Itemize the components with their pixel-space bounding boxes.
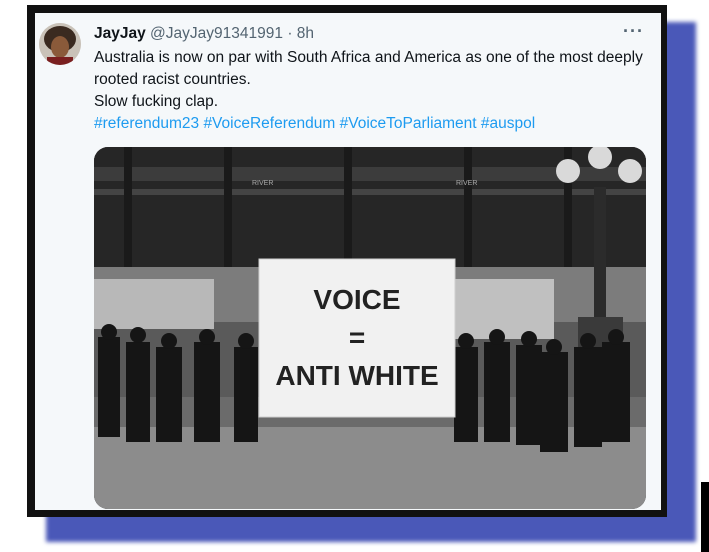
hashtag-link[interactable]: #VoiceToParliament [340, 115, 477, 132]
display-name[interactable]: JayJay [94, 25, 146, 42]
more-options-icon[interactable]: ··· [623, 21, 644, 42]
banner-line: = [349, 322, 365, 353]
banner-line: VOICE [313, 284, 400, 315]
tweet-text: Australia is now on par with South Afric… [94, 47, 654, 135]
hashtag-link[interactable]: #auspol [481, 115, 535, 132]
separator-dot: · [287, 25, 293, 42]
station-sign: RIVER [252, 180, 273, 187]
decorative-edge [701, 482, 709, 552]
tweet-photo[interactable]: RIVER RIVER VOICE = ANTI WHITE [94, 147, 646, 509]
tweet-text-line: Australia is now on par with South Afric… [94, 49, 643, 88]
photo-scene: RIVER RIVER VOICE = ANTI WHITE [94, 147, 646, 509]
banner-line: ANTI WHITE [275, 360, 438, 391]
station-sign: RIVER [456, 180, 477, 187]
tweet-text-line: Slow fucking clap. [94, 93, 219, 110]
avatar[interactable] [39, 23, 81, 65]
tweet-card: JayJay @JayJay91341991 · 8h ··· Australi… [35, 13, 661, 510]
hashtag-list: #referendum23 #VoiceReferendum #VoiceToP… [94, 113, 654, 135]
user-handle[interactable]: @JayJay91341991 [150, 25, 283, 42]
tweet-header: JayJay @JayJay91341991 · 8h [94, 25, 314, 43]
hashtag-link[interactable]: #referendum23 [94, 115, 199, 132]
timestamp[interactable]: 8h [297, 25, 314, 42]
hashtag-link[interactable]: #VoiceReferendum [203, 115, 335, 132]
